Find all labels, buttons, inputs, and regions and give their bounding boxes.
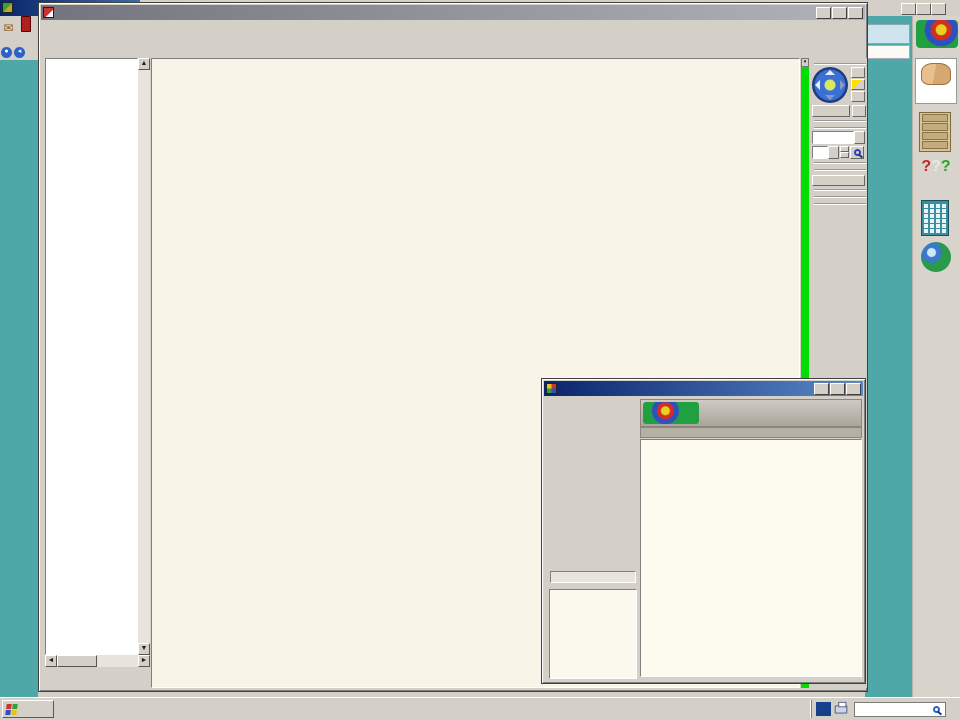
alfa-maximize-button[interactable]	[830, 383, 845, 395]
question-marks-icon: ???	[914, 158, 958, 176]
www-icon[interactable]	[915, 242, 957, 272]
folie-select-dropdown-icon[interactable]	[854, 131, 865, 144]
view-rotate-pad[interactable]	[812, 67, 848, 103]
folie-search-button[interactable]	[850, 146, 864, 159]
cabinet-icon[interactable]	[919, 112, 951, 152]
dte-desktop-area-left[interactable]	[0, 60, 38, 697]
alfa-app-icon	[546, 383, 557, 394]
calculator-icon[interactable]	[921, 200, 949, 236]
dte-panel-fragment-2	[866, 45, 910, 59]
pcae-vereinbarungen-icon[interactable]	[915, 58, 957, 104]
taskbar	[0, 697, 960, 720]
desktop-search	[854, 702, 946, 717]
menubar	[42, 21, 864, 34]
numerisch-button[interactable]	[812, 105, 850, 117]
folie-spinner[interactable]	[840, 146, 849, 159]
system-tray	[811, 700, 958, 718]
hilfe-icon[interactable]: ???	[914, 158, 958, 174]
desktop-search-input[interactable]	[855, 705, 933, 714]
start-button[interactable]	[2, 700, 54, 718]
alfa-subtitle-band	[640, 427, 862, 438]
tray-printer-icon[interactable]	[835, 705, 848, 713]
folie-select[interactable]	[812, 131, 854, 144]
alfa-header-band	[640, 399, 862, 427]
gruppen-bearbeiten-button[interactable]	[812, 175, 865, 186]
eingabemodul-close-button[interactable]	[848, 7, 863, 19]
globe-icon	[921, 242, 951, 272]
windows-flag-icon	[5, 704, 18, 715]
alfa-dialog-titlebar[interactable]	[544, 381, 863, 396]
rotate-down-icon[interactable]	[825, 95, 835, 100]
dte-book-icon[interactable]	[17, 16, 34, 40]
dte-panel-fragment-1	[866, 24, 910, 44]
dte-minimize-button[interactable]	[901, 3, 916, 15]
folie-number-dropdown-icon[interactable]	[828, 146, 839, 159]
zoom-plus-button[interactable]	[851, 67, 865, 78]
alfa-close-button[interactable]	[846, 383, 861, 395]
eingabemodul-minimize-button[interactable]	[816, 7, 831, 19]
model-preview-large	[640, 439, 862, 677]
zoom-minus-button[interactable]	[851, 91, 865, 102]
section-button[interactable]	[851, 79, 865, 90]
eingabemodul-titlebar[interactable]	[41, 5, 865, 20]
rotate-right-icon[interactable]	[840, 80, 845, 90]
eingabemodul-app-icon	[43, 7, 54, 18]
tree-horizontal-scrollbar[interactable]: ◄ ►	[45, 655, 150, 667]
pcae-logo	[916, 20, 958, 48]
tree-vertical-scrollbar[interactable]: ▲ ▼	[138, 58, 150, 655]
dte-window-controls	[901, 2, 959, 15]
folie-number-select[interactable]	[812, 146, 828, 159]
alfa-minimize-button[interactable]	[814, 383, 829, 395]
search-icon[interactable]	[933, 706, 940, 713]
strip-toggle-button[interactable]: ▾	[801, 58, 809, 67]
dte-desktop-area-right[interactable]	[865, 16, 912, 697]
keyboard-layout-icon[interactable]	[816, 702, 831, 716]
rotate-left-icon[interactable]	[815, 80, 820, 90]
save-view-icon[interactable]	[852, 105, 866, 117]
progress-field	[550, 571, 636, 583]
dte-app-icon	[2, 2, 13, 13]
rotate-up-icon[interactable]	[825, 70, 835, 75]
dte-search-icon[interactable]: ●	[1, 47, 12, 58]
dte-mail-icon[interactable]: ✉	[0, 16, 17, 40]
toolbar	[42, 34, 864, 58]
model-preview-small	[549, 589, 637, 679]
project-tree[interactable]	[45, 58, 138, 655]
dte-maximize-button[interactable]	[916, 3, 931, 15]
dte-close-button[interactable]	[931, 3, 946, 15]
eingabemodul-maximize-button[interactable]	[832, 7, 847, 19]
pcae-brand-icon	[643, 402, 699, 424]
alfa-dialog	[541, 378, 866, 684]
dte-back-icon[interactable]: ◂	[14, 47, 25, 58]
handshake-icon	[921, 63, 951, 85]
dte-toolbar: ✉ ●◂▸	[0, 16, 38, 60]
